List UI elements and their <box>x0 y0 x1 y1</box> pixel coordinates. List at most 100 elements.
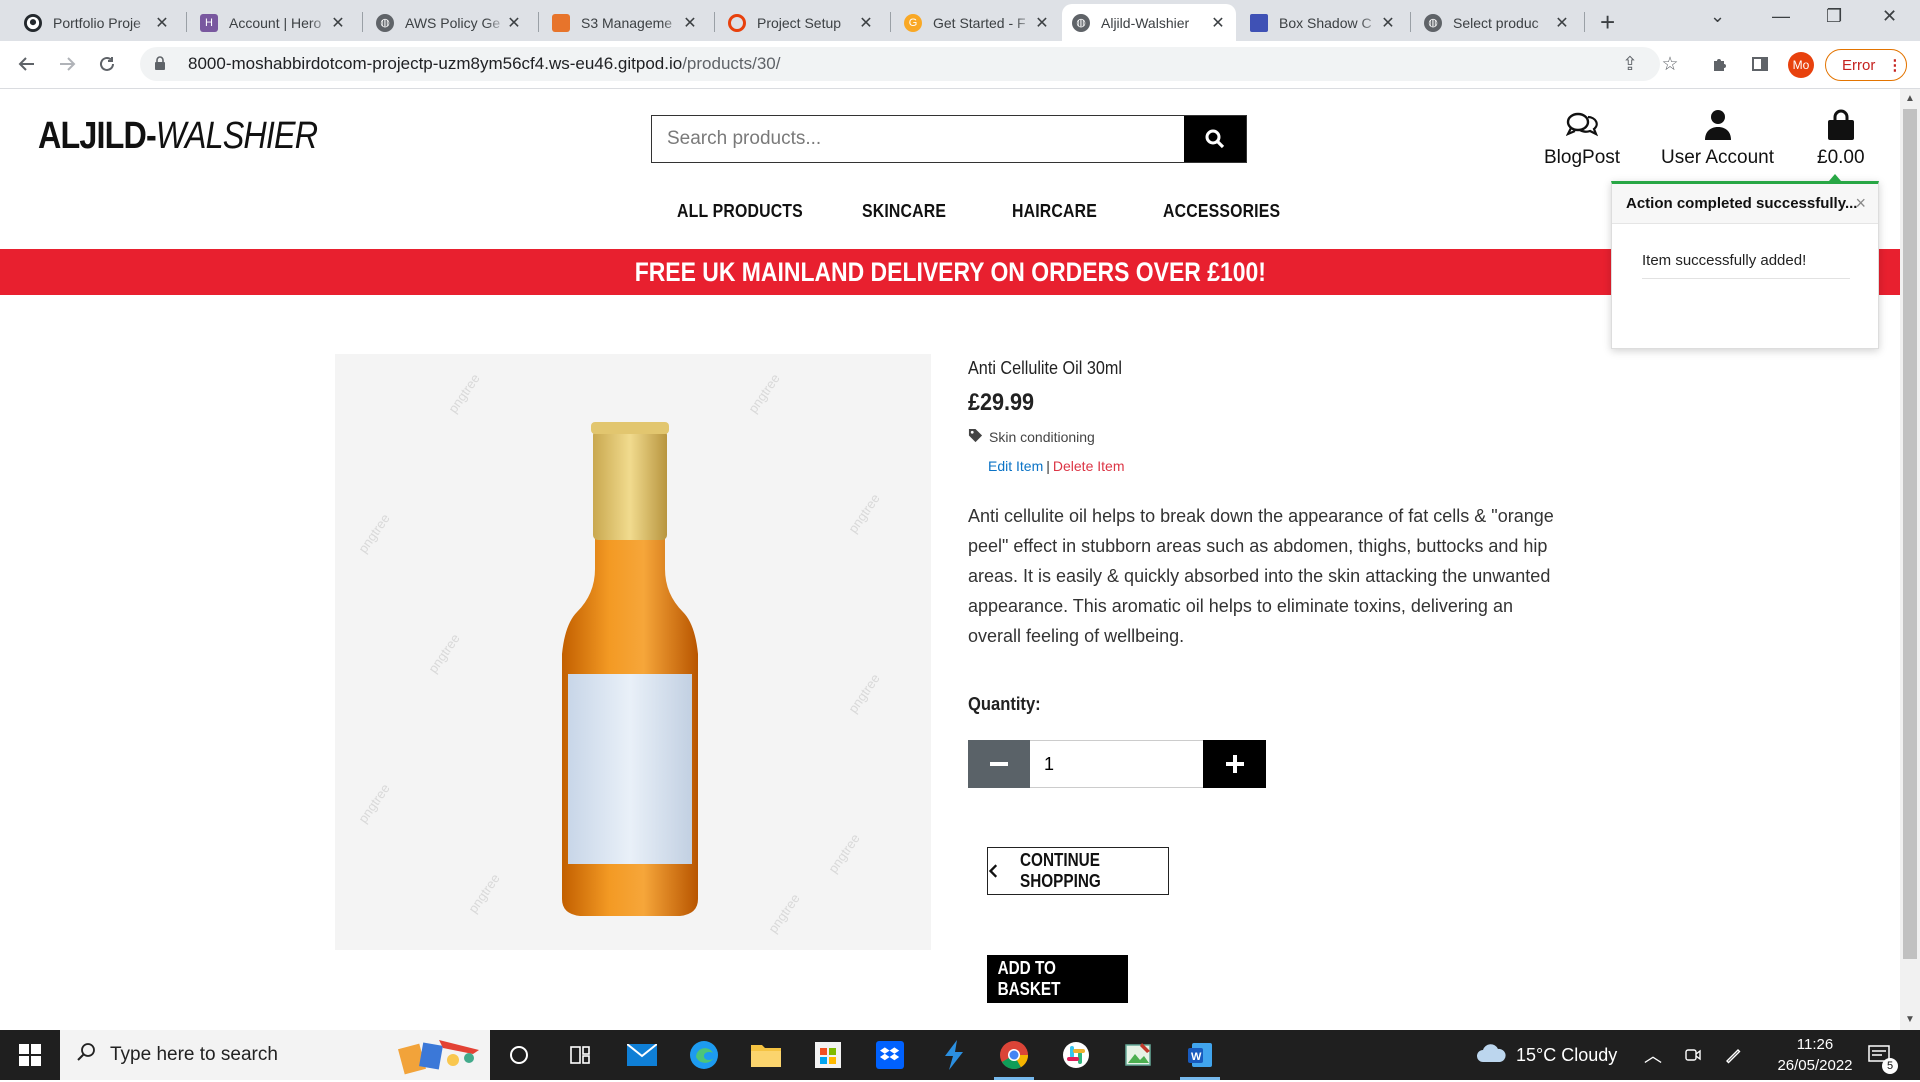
task-view-icon[interactable] <box>563 1038 597 1072</box>
tray-chevron-icon[interactable]: ︿ <box>1644 1030 1662 1080</box>
windows-start-icon[interactable] <box>13 1038 47 1072</box>
nav-accessories[interactable]: ACCESSORIES <box>1163 201 1280 222</box>
side-panel-icon[interactable] <box>1747 51 1773 77</box>
quantity-label: Quantity: <box>968 694 1041 714</box>
decrement-button[interactable] <box>968 740 1030 788</box>
error-label: Error <box>1842 56 1876 74</box>
minus-icon <box>990 762 1008 766</box>
tab-title: S3 Manageme <box>581 14 673 31</box>
page-scrollbar[interactable]: ▲ ▼ <box>1900 89 1920 1030</box>
tab-close-icon[interactable]: ✕ <box>682 13 698 33</box>
tab-title: Box Shadow C <box>1279 14 1372 31</box>
nav-haircare[interactable]: HAIRCARE <box>1012 201 1097 222</box>
opera-icon <box>728 13 746 32</box>
tab-search-icon[interactable]: ⌄ <box>1710 6 1725 27</box>
continue-shopping-button[interactable]: CONTINUE SHOPPING <box>987 847 1169 895</box>
tab-title: Project Setup <box>757 14 842 31</box>
svg-text:pngtree: pngtree <box>825 831 863 876</box>
tab-close-icon[interactable]: ✕ <box>330 13 346 33</box>
browser-tab[interactable]: Box Shadow C ✕ <box>1240 4 1406 41</box>
photos-editor-icon[interactable] <box>1121 1038 1155 1072</box>
quantity-input[interactable] <box>1030 740 1203 788</box>
bookmark-star-icon[interactable]: ☆ <box>1657 51 1683 77</box>
share-icon[interactable]: ⇪ <box>1617 51 1643 77</box>
svg-text:pngtree: pngtree <box>465 871 503 916</box>
search-button[interactable] <box>1184 116 1246 162</box>
notifications-icon[interactable]: 5 <box>1868 1030 1898 1080</box>
tab-close-icon[interactable]: ✕ <box>1554 13 1570 33</box>
cortana-icon[interactable] <box>502 1038 536 1072</box>
browser-tab[interactable]: ◍ Select produc ✕ <box>1414 4 1580 41</box>
forward-button[interactable] <box>52 49 82 79</box>
site-logo[interactable]: ALJILD-WALSHIER <box>38 115 318 158</box>
scroll-down-icon[interactable]: ▼ <box>1905 1014 1915 1025</box>
tab-close-icon[interactable]: ✕ <box>506 13 522 33</box>
github-icon <box>24 13 42 32</box>
vscode-insiders-icon[interactable] <box>935 1038 969 1072</box>
product-description: Anti cellulite oil helps to break down t… <box>968 506 1554 646</box>
reload-button[interactable] <box>92 49 122 79</box>
tab-close-icon[interactable]: ✕ <box>1210 13 1226 33</box>
browser-tab[interactable]: G Get Started - F ✕ <box>894 4 1060 41</box>
tab-close-icon[interactable]: ✕ <box>1034 13 1050 33</box>
success-toast: Action completed successfully... × Item … <box>1611 174 1879 349</box>
increment-button[interactable] <box>1203 740 1266 788</box>
browser-tab[interactable]: Project Setup ✕ <box>718 4 884 41</box>
scroll-up-icon[interactable]: ▲ <box>1905 93 1915 104</box>
minimize-button[interactable]: — <box>1772 6 1790 27</box>
slack-icon[interactable] <box>1059 1038 1093 1072</box>
restore-button[interactable]: ❐ <box>1826 6 1842 27</box>
browser-tab[interactable]: Portfolio Proje ✕ <box>14 4 180 41</box>
taskbar-clock[interactable]: 11:26 26/05/2022 <box>1760 1034 1870 1076</box>
add-to-basket-button[interactable]: ADD TO BASKET <box>987 955 1128 1003</box>
browser-tab-active[interactable]: ◍ Aljild-Walshier ✕ <box>1062 4 1236 41</box>
edge-icon[interactable] <box>687 1038 721 1072</box>
tab-close-icon[interactable]: ✕ <box>154 13 170 33</box>
profile-avatar[interactable]: Mo <box>1788 52 1814 78</box>
pen-icon[interactable] <box>1724 1030 1742 1080</box>
product-search-form <box>651 115 1247 163</box>
plus-icon <box>1225 755 1244 773</box>
svg-text:pngtree: pngtree <box>355 781 393 826</box>
tab-close-icon[interactable]: ✕ <box>1380 13 1396 33</box>
toast-arrow <box>1829 174 1841 181</box>
weather-widget[interactable]: 15°C Cloudy <box>1476 1030 1617 1080</box>
new-tab-button[interactable]: + <box>1600 7 1615 38</box>
basket-link[interactable]: £0.00 <box>1817 107 1865 169</box>
meet-now-icon[interactable] <box>1684 1030 1702 1080</box>
browser-tab[interactable]: S3 Manageme ✕ <box>542 4 708 41</box>
delete-item-link[interactable]: Delete Item <box>1053 458 1125 474</box>
blogpost-link[interactable]: BlogPost <box>1544 107 1620 169</box>
scrollbar-thumb[interactable] <box>1903 109 1917 959</box>
back-button[interactable] <box>12 49 42 79</box>
edit-item-link[interactable]: Edit Item <box>988 458 1043 474</box>
clock-time: 11:26 <box>1796 1036 1834 1053</box>
browser-tab[interactable]: ◍ AWS Policy Ge ✕ <box>366 4 532 41</box>
toast-close-icon[interactable]: × <box>1855 193 1866 214</box>
continue-shopping-label: CONTINUE SHOPPING <box>1019 850 1101 891</box>
browser-tab[interactable]: H Account | Hero ✕ <box>190 4 356 41</box>
product-price: £29.99 <box>968 389 1035 416</box>
error-button[interactable]: Error ⋮ <box>1825 49 1907 81</box>
cloud-icon <box>1476 1043 1506 1068</box>
user-account-link[interactable]: User Account <box>1661 107 1774 169</box>
mail-icon[interactable] <box>625 1038 659 1072</box>
word-icon[interactable]: W <box>1183 1038 1217 1072</box>
search-input[interactable] <box>652 116 1184 162</box>
taskbar-search[interactable]: Type here to search <box>60 1030 490 1080</box>
product-category[interactable]: Skin conditioning <box>968 428 1095 446</box>
menu-dots-icon: ⋮ <box>1887 57 1903 74</box>
microsoft-store-icon[interactable] <box>811 1038 845 1072</box>
dropbox-icon[interactable] <box>873 1038 907 1072</box>
file-explorer-icon[interactable] <box>749 1038 783 1072</box>
nav-all-products[interactable]: ALL PRODUCTS <box>677 201 803 222</box>
url-bar[interactable]: 8000-moshabbirdotcom-projectp-uzm8ym56cf… <box>140 47 1660 81</box>
browser-tab-strip: Portfolio Proje ✕ H Account | Hero ✕ ◍ A… <box>0 0 1920 41</box>
close-window-button[interactable]: ✕ <box>1882 6 1897 27</box>
chrome-icon[interactable] <box>997 1038 1031 1072</box>
extensions-puzzle-icon[interactable] <box>1707 51 1733 77</box>
svg-text:pngtree: pngtree <box>355 511 393 556</box>
product-name: Anti Cellulite Oil 30ml <box>968 358 1122 378</box>
tab-close-icon[interactable]: ✕ <box>858 13 874 33</box>
nav-skincare[interactable]: SKINCARE <box>862 201 946 222</box>
